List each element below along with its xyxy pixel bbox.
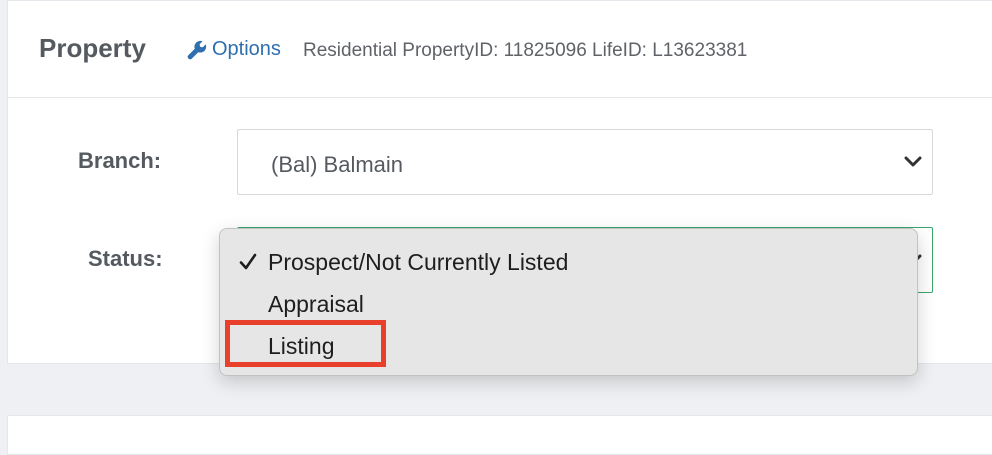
next-panel xyxy=(7,415,992,455)
status-dropdown-menu: Prospect/Not Currently Listed Appraisal … xyxy=(219,228,918,376)
options-link[interactable]: Options xyxy=(186,38,281,61)
status-label: Status: xyxy=(88,246,163,271)
page-title: Property xyxy=(39,33,146,63)
branch-value: (Bal) Balmain xyxy=(271,152,404,177)
options-label: Options xyxy=(212,38,281,60)
wrench-icon xyxy=(187,40,207,59)
chevron-down-icon xyxy=(904,156,922,167)
branch-select[interactable]: (Bal) Balmain xyxy=(237,129,933,195)
menu-item-prospect[interactable]: Prospect/Not Currently Listed xyxy=(268,249,568,276)
menu-item-appraisal[interactable]: Appraisal xyxy=(268,291,364,318)
property-ids: Residential PropertyID: 11825096 LifeID:… xyxy=(303,40,748,61)
checkmark-icon xyxy=(239,253,257,270)
branch-label: Branch: xyxy=(78,148,162,173)
menu-item-listing[interactable]: Listing xyxy=(268,333,334,360)
panel-header: Property Options Residential PropertyID:… xyxy=(8,1,992,98)
